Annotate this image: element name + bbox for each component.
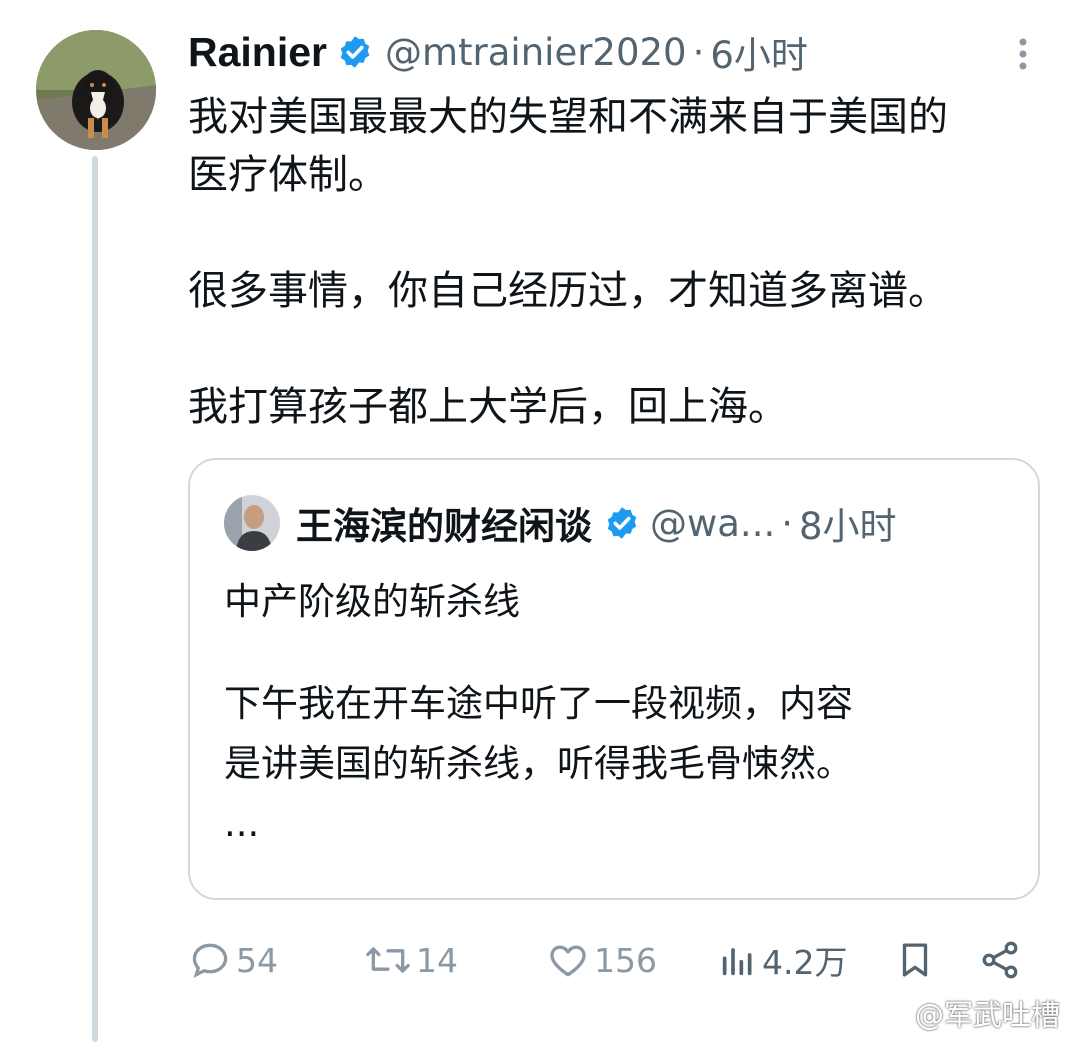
more-icon[interactable] (1003, 34, 1043, 74)
like-icon (550, 945, 586, 977)
verified-icon (340, 36, 370, 68)
quote-line: 是讲美国的斩杀线，听得我毛骨悚然。 (224, 742, 853, 785)
retweet-button[interactable]: 14 (364, 935, 458, 985)
quote-line: 中产阶级的斩杀线 (224, 580, 520, 623)
like-count: 156 (594, 940, 657, 980)
quote-line: ... (224, 802, 260, 845)
action-bar: 54 14 156 4.2万 (188, 935, 1038, 985)
retweet-icon (366, 947, 410, 973)
views-icon (722, 948, 752, 976)
author-avatar[interactable] (36, 30, 156, 150)
tweet-line: 我对美国最最大的失望和不满来自于美国的 (188, 94, 948, 140)
quoted-tweet[interactable]: 王海滨的财经闲谈 @wa... · 8小时 中产阶级的斩杀线 下午我在开车途中听… (188, 458, 1040, 900)
watermark-text: @军武吐槽 (914, 998, 1060, 1032)
views-button[interactable]: 4.2万 (718, 935, 847, 985)
like-button[interactable]: 156 (546, 935, 657, 985)
reply-button[interactable]: 54 (188, 935, 278, 985)
share-icon[interactable] (978, 937, 1022, 983)
verified-icon (607, 507, 637, 539)
tweet-header: Rainier @mtrainier2020 · 6小时 (188, 26, 1043, 78)
author-handle[interactable]: @mtrainier2020 (385, 31, 687, 74)
quote-line: 下午我在开车途中听了一段视频，内容 (224, 682, 853, 725)
tweet-text: 我对美国最最大的失望和不满来自于美国的 医疗体制。 很多事情，你自己经历过，才知… (188, 88, 1058, 436)
watermark: @军武吐槽 (881, 992, 1060, 1034)
separator-dot: · (692, 30, 705, 74)
tweet-time[interactable]: 6小时 (710, 25, 808, 79)
reply-icon (192, 943, 228, 978)
quote-avatar (224, 495, 280, 551)
separator-dot: · (781, 501, 793, 545)
quote-header: 王海滨的财经闲谈 @wa... · 8小时 (224, 492, 1014, 554)
quote-time: 8小时 (798, 505, 897, 548)
tweet-line: 很多事情，你自己经历过，才知道多离谱。 (188, 268, 948, 314)
tweet-line: 我打算孩子都上大学后，回上海。 (188, 384, 788, 430)
thread-line (92, 156, 98, 1042)
author-name[interactable]: Rainier (188, 29, 327, 76)
quote-author-handle: @wa... (650, 501, 776, 545)
views-count: 4.2万 (762, 943, 848, 982)
quote-text: 中产阶级的斩杀线 下午我在开车途中听了一段视频，内容 是讲美国的斩杀线，听得我毛… (224, 572, 1014, 854)
quote-author-name: 王海滨的财经闲谈 (296, 505, 592, 548)
tweet-line: 医疗体制。 (188, 152, 388, 198)
retweet-count: 14 (416, 940, 458, 980)
weibo-icon (883, 1000, 912, 1026)
reply-count: 54 (236, 940, 278, 980)
bookmark-icon[interactable] (894, 937, 936, 983)
